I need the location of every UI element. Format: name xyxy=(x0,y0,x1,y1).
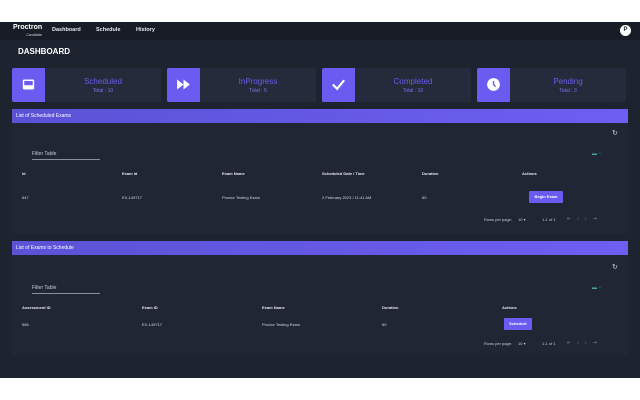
filter-underline xyxy=(32,159,100,160)
table-tools-icon[interactable]: ▬▫ xyxy=(592,151,603,157)
card-total: Total : 3 xyxy=(559,88,577,94)
stat-card-scheduled[interactable]: Scheduled Total : 10 xyxy=(12,68,161,102)
cell-duration: 60 xyxy=(422,195,427,200)
col-exam-id[interactable]: Exam Id xyxy=(122,171,137,176)
to-schedule-header: List of Exams to Schedule xyxy=(12,241,628,255)
rows-per-page-label: Rows per page: xyxy=(484,217,513,222)
stat-card-inprogress[interactable]: InProgress Total : 5 xyxy=(167,68,316,102)
app-frame: Proctron Candidate Dashboard Schedule Hi… xyxy=(0,22,640,378)
rows-per-page-select[interactable]: 10 ▾ xyxy=(518,217,526,222)
col-exam-name[interactable]: Exam Name xyxy=(222,171,245,176)
cell-exam-id: EX-149717 xyxy=(142,322,163,327)
rows-per-page-label: Rows per page: xyxy=(484,341,513,346)
scheduled-exams-panel: ↻ Filter Table ▬▫ Id Exam Id Exam Name S… xyxy=(12,123,628,234)
col-exam-name[interactable]: Exam Name xyxy=(262,305,285,310)
cell-exam-name: Proctor Testing Exam xyxy=(262,322,300,327)
top-navbar: Proctron Candidate Dashboard Schedule Hi… xyxy=(0,22,640,40)
scheduled-exams-header: List of Scheduled Exams xyxy=(12,109,628,123)
fast-forward-icon xyxy=(167,68,200,102)
pagination-nav-icons[interactable]: ⇤‹›⇥ xyxy=(567,216,603,222)
to-schedule-panel: ↻ Filter Table ▬▫ Assessment ID Exam ID … xyxy=(12,255,628,355)
schedule-button[interactable]: Schedule xyxy=(504,318,532,330)
brand-logo[interactable]: Proctron Candidate xyxy=(13,24,42,39)
filter-input[interactable]: Filter Table xyxy=(32,285,56,291)
refresh-icon[interactable]: ↻ xyxy=(612,130,619,137)
col-id[interactable]: Id xyxy=(22,171,26,176)
col-duration[interactable]: Duration xyxy=(422,171,438,176)
card-total: Total : 10 xyxy=(402,88,424,94)
col-assessment-id[interactable]: Assessment ID xyxy=(22,305,51,310)
stat-card-pending[interactable]: Pending Total : 3 xyxy=(477,68,626,102)
col-duration[interactable]: Duration xyxy=(382,305,398,310)
checkmark-icon xyxy=(322,68,355,102)
nav-dashboard[interactable]: Dashboard xyxy=(52,27,81,33)
cell-exam-id: EX-149717 xyxy=(122,195,143,200)
col-actions[interactable]: Actions xyxy=(522,171,537,176)
inbox-icon xyxy=(12,68,45,102)
pagination-range: 1-1 of 1 xyxy=(542,217,556,222)
card-total: Total : 5 xyxy=(249,88,267,94)
filter-underline xyxy=(32,293,100,294)
filter-input[interactable]: Filter Table xyxy=(32,151,56,157)
clock-icon xyxy=(477,68,510,102)
pagination-range: 1-1 of 1 xyxy=(542,341,556,346)
col-actions[interactable]: Actions xyxy=(502,305,517,310)
card-label: Completed xyxy=(393,77,433,86)
cell-duration: 60 xyxy=(382,322,387,327)
page-title: DASHBOARD xyxy=(18,47,70,56)
rows-per-page-select[interactable]: 10 ▾ xyxy=(518,341,526,346)
avatar[interactable]: P xyxy=(620,25,631,36)
cell-id: 647 xyxy=(22,195,29,200)
cell-assessment-id: 586 xyxy=(22,322,29,327)
col-exam-id[interactable]: Exam ID xyxy=(142,305,158,310)
nav-history[interactable]: History xyxy=(136,27,155,33)
brand-subtitle: Candidate xyxy=(26,33,43,37)
begin-exam-button[interactable]: Begin Exam xyxy=(529,191,563,203)
card-label: Scheduled xyxy=(84,77,122,86)
rows-per-page-value: 10 xyxy=(518,217,523,222)
card-label: InProgress xyxy=(238,77,278,86)
stat-card-completed[interactable]: Completed Total : 10 xyxy=(322,68,471,102)
page-bottom-margin xyxy=(0,378,640,400)
pagination-nav-icons[interactable]: ⇤‹›⇥ xyxy=(567,340,603,346)
table-tools-icon[interactable]: ▬▫ xyxy=(592,285,603,291)
brand-name: Proctron xyxy=(13,24,43,31)
cell-scheduled-date: 2 February 2023 / 11:41 AM xyxy=(322,195,372,200)
col-scheduled-date[interactable]: Scheduled Date / Time xyxy=(322,171,365,176)
cell-exam-name: Proctor Testing Exam xyxy=(222,195,260,200)
refresh-icon[interactable]: ↻ xyxy=(612,264,619,271)
rows-per-page-value: 10 xyxy=(518,341,523,346)
card-label: Pending xyxy=(553,77,583,86)
card-total: Total : 10 xyxy=(92,88,114,94)
nav-schedule[interactable]: Schedule xyxy=(96,27,120,33)
